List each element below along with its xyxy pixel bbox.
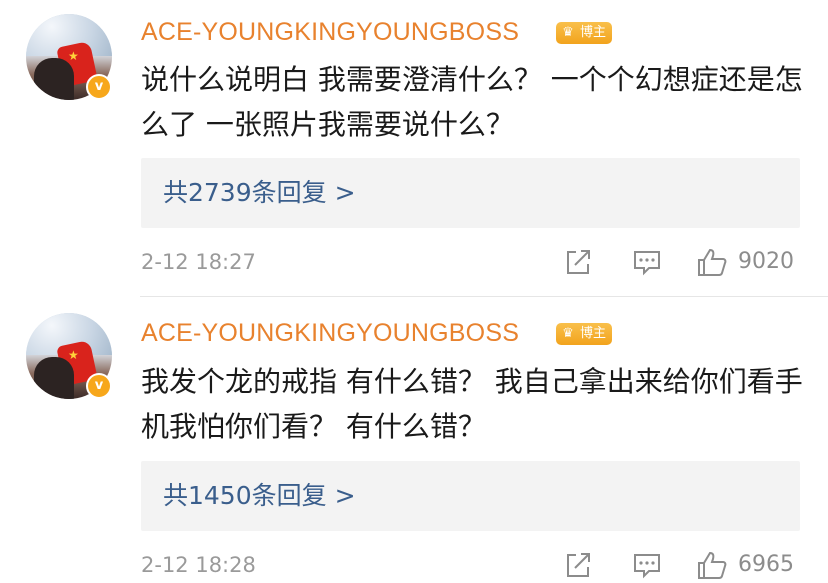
host-badge-label: 博主 [580,326,607,341]
host-badge-label: 博主 [580,25,607,40]
star-icon: ★ [68,49,79,63]
view-replies-button[interactable]: 共1450条回复 > [141,461,800,531]
comment-button[interactable] [632,550,662,580]
comment-timestamp: 2-12 18:27 [141,250,256,274]
comment-icon [634,554,660,579]
avatar-figure [34,357,74,399]
verified-badge-icon: v [86,373,112,399]
share-button[interactable] [563,247,593,277]
star-icon: ★ [68,348,79,362]
crown-icon: ♛ [562,326,574,341]
host-badge: ♛ 博主 [556,22,613,44]
share-icon [567,553,590,577]
like-button[interactable]: 9020 [696,247,806,277]
comment-button[interactable] [632,247,662,277]
username[interactable]: ACE-YOUNGKINGYOUNGBOSS [141,18,519,47]
thumbs-up-icon [698,551,727,579]
crown-icon: ♛ [562,25,574,40]
share-button[interactable] [563,550,593,580]
like-count: 6965 [738,552,794,577]
comment-text: 说什么说明白 我需要澄清什么？ 一个个幻想症还是怎么了 一张照片我需要说什么？ [141,63,803,141]
host-badge: ♛ 博主 [556,323,613,345]
comment-icon [634,251,660,276]
avatar-figure [34,58,74,100]
verified-badge-icon: v [86,74,112,100]
like-count: 9020 [738,249,794,274]
username[interactable]: ACE-YOUNGKINGYOUNGBOSS [141,319,519,348]
view-replies-button[interactable]: 共2739条回复 > [141,158,800,228]
like-button[interactable]: 6965 [696,550,806,580]
comment-item: ★ v ACE-YOUNGKINGYOUNGBOSS ♛ 博主 说什么说明白 我… [0,0,828,296]
thumbs-up-icon [698,248,727,276]
comment-item: ★ v ACE-YOUNGKINGYOUNGBOSS ♛ 博主 我发个龙的戒指 … [0,297,828,583]
comment-timestamp: 2-12 18:28 [141,553,256,577]
share-icon [567,250,590,274]
comment-text: 我发个龙的戒指 有什么错？ 我自己拿出来给你们看手机我怕你们看？ 有什么错？ [141,365,803,443]
